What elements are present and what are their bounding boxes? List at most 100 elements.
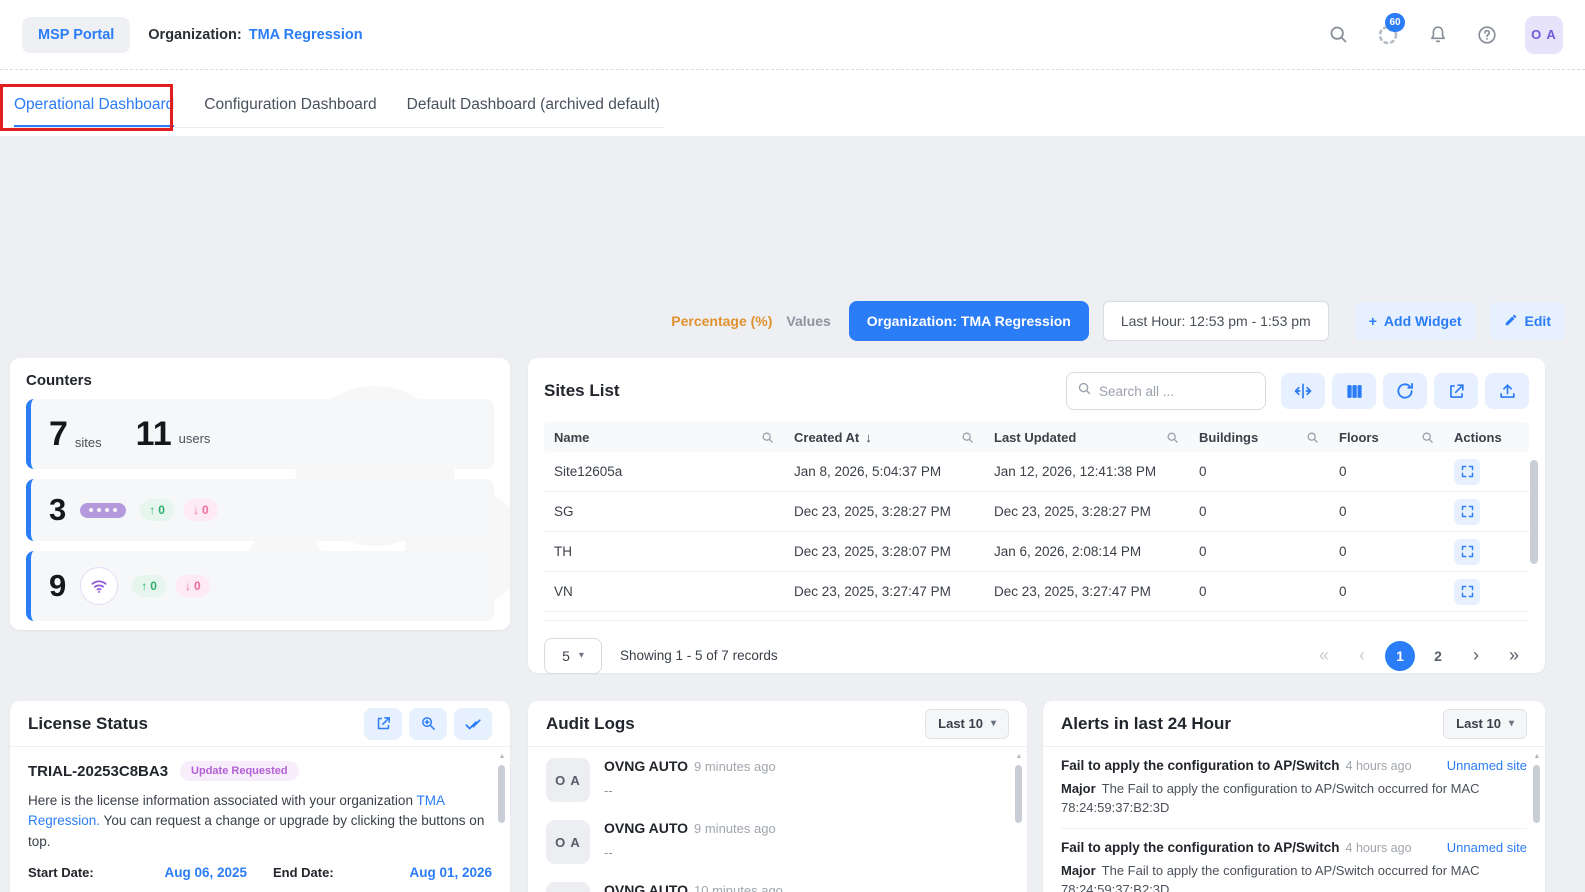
alert-time: 4 hours ago: [1346, 841, 1412, 855]
audit-filter-dropdown[interactable]: Last 10 ▾: [925, 709, 1009, 739]
alert-time: 4 hours ago: [1346, 759, 1412, 773]
dashboard-tabs-row: Operational Dashboard Configuration Dash…: [0, 70, 1585, 136]
tab-operational-dashboard[interactable]: Operational Dashboard: [14, 82, 174, 127]
organization-name-link[interactable]: TMA Regression: [249, 27, 363, 43]
toggle-values[interactable]: Values: [786, 313, 830, 329]
cell-created: Dec 23, 2025, 3:27:47 PM: [784, 572, 984, 611]
license-id: TRIAL-20253C8BA3: [28, 763, 168, 780]
search-icon: [1077, 381, 1092, 401]
license-preview-icon[interactable]: [409, 708, 447, 740]
scroll-up-icon[interactable]: ▲: [1014, 753, 1024, 760]
column-header-buildings[interactable]: Buildings: [1189, 422, 1329, 452]
down-trend-badge: ↓ 0: [176, 575, 210, 597]
license-export-icon[interactable]: [364, 708, 402, 740]
add-widget-button[interactable]: + Add Widget: [1355, 302, 1476, 340]
table-header-row: Name Created At ↓ Last Updated Buildings: [544, 422, 1529, 452]
start-date-label: Start Date:: [28, 865, 94, 880]
sites-search-box: [1066, 372, 1266, 410]
column-header-created-at[interactable]: Created At ↓: [784, 422, 984, 452]
help-icon[interactable]: [1476, 24, 1498, 46]
page-button-2[interactable]: 2: [1423, 641, 1453, 671]
column-search-icon[interactable]: [761, 431, 774, 444]
tasks-spinner-icon[interactable]: 60: [1376, 23, 1400, 47]
alert-site-link[interactable]: Unnamed site: [1447, 758, 1527, 773]
bell-icon[interactable]: [1427, 24, 1449, 46]
cell-updated: Jan 12, 2026, 12:41:38 PM: [984, 452, 1189, 491]
last-page-icon[interactable]: »: [1499, 641, 1529, 671]
counter-card-sites-users[interactable]: 7 sites 11 users: [26, 399, 494, 469]
alert-site-link[interactable]: Unnamed site: [1447, 840, 1527, 855]
expand-row-icon[interactable]: [1454, 539, 1480, 565]
scroll-up-icon[interactable]: ▲: [1532, 753, 1542, 760]
dashboard-toolbar: Percentage (%) Values Organization: TMA …: [671, 301, 1565, 341]
cell-name: Site12605a: [544, 452, 784, 491]
counter-card-aps[interactable]: 9 ↑ 0 ↓ 0: [26, 551, 494, 621]
alerts-filter-dropdown[interactable]: Last 10 ▾: [1443, 709, 1527, 739]
expand-row-icon[interactable]: [1454, 499, 1480, 525]
audit-entry: O A OVNG AUTO9 minutes ago --: [546, 811, 1009, 873]
down-trend-badge: ↓ 0: [184, 499, 218, 521]
up-trend-badge: ↑ 0: [132, 575, 166, 597]
wifi-icon: [80, 567, 118, 605]
refresh-icon[interactable]: [1383, 373, 1427, 409]
cell-updated: Dec 23, 2025, 3:28:27 PM: [984, 492, 1189, 531]
next-page-icon[interactable]: ›: [1461, 641, 1491, 671]
alert-title: Fail to apply the configuration to AP/Sw…: [1061, 758, 1340, 773]
edit-button[interactable]: Edit: [1490, 302, 1565, 340]
column-header-actions: Actions: [1444, 422, 1529, 452]
cell-updated: Jan 6, 2026, 2:08:14 PM: [984, 532, 1189, 571]
audit-user: OVNG AUTO: [604, 758, 688, 774]
audit-time: 9 minutes ago: [694, 821, 776, 836]
export-icon[interactable]: [1434, 373, 1478, 409]
aps-count: 9: [49, 568, 66, 604]
scroll-up-icon[interactable]: ▲: [497, 753, 507, 760]
tab-configuration-dashboard[interactable]: Configuration Dashboard: [204, 82, 376, 127]
expand-row-icon[interactable]: [1454, 459, 1480, 485]
column-label: Floors: [1339, 430, 1379, 445]
column-header-floors[interactable]: Floors: [1329, 422, 1444, 452]
column-header-name[interactable]: Name: [544, 422, 784, 452]
column-resize-icon[interactable]: [1281, 373, 1325, 409]
column-search-icon[interactable]: [1166, 431, 1179, 444]
scrollbar-thumb[interactable]: [1530, 460, 1538, 564]
license-approve-icon[interactable]: [454, 708, 492, 740]
column-search-icon[interactable]: [1306, 431, 1319, 444]
page-size-value: 5: [562, 648, 570, 664]
alert-item: Fail to apply the configuration to AP/Sw…: [1061, 747, 1527, 829]
scrollbar-thumb[interactable]: [1533, 765, 1540, 823]
alerts-scrollbar: ▲ ▼: [1532, 753, 1542, 892]
search-icon[interactable]: [1328, 24, 1349, 45]
sites-search-input[interactable]: [1099, 384, 1255, 399]
chevron-down-icon: ▾: [991, 718, 996, 729]
column-header-last-updated[interactable]: Last Updated: [984, 422, 1189, 452]
license-scrollbar: ▲ ▼: [497, 753, 507, 892]
column-search-icon[interactable]: [1421, 431, 1434, 444]
column-search-icon[interactable]: [961, 431, 974, 444]
cell-buildings: 0: [1189, 572, 1329, 611]
organization-filter-button[interactable]: Organization: TMA Regression: [849, 301, 1089, 341]
expand-row-icon[interactable]: [1454, 579, 1480, 605]
user-avatar[interactable]: O A: [1525, 16, 1563, 54]
scrollbar-thumb[interactable]: [498, 765, 505, 823]
counter-card-switches[interactable]: 3 ↑ 0 ↓ 0: [26, 479, 494, 541]
table-row: TH Dec 23, 2025, 3:28:07 PM Jan 6, 2026,…: [544, 532, 1529, 572]
toggle-percentage[interactable]: Percentage (%): [671, 313, 772, 329]
first-page-icon[interactable]: «: [1309, 641, 1339, 671]
columns-icon[interactable]: [1332, 373, 1376, 409]
sites-table: Name Created At ↓ Last Updated Buildings: [544, 422, 1529, 612]
msp-dashboard-page: MSP Portal Organization: TMA Regression …: [0, 0, 1585, 892]
prev-page-icon[interactable]: ‹: [1347, 641, 1377, 671]
time-range-button[interactable]: Last Hour: 12:53 pm - 1:53 pm: [1103, 301, 1329, 341]
scrollbar-thumb[interactable]: [1015, 765, 1022, 823]
tab-default-dashboard[interactable]: Default Dashboard (archived default): [407, 82, 660, 127]
msp-portal-button[interactable]: MSP Portal: [22, 17, 130, 53]
license-description-text: Here is the license information associat…: [28, 793, 416, 808]
page-size-select[interactable]: 5 ▾: [544, 638, 602, 674]
sites-list-widget: Sites List: [528, 358, 1545, 673]
avatar: O A: [546, 882, 590, 892]
sort-desc-icon[interactable]: ↓: [865, 430, 872, 445]
audit-logs-widget: Audit Logs Last 10 ▾ O A OVNG AUTO9 minu…: [528, 701, 1027, 892]
page-button-1[interactable]: 1: [1385, 641, 1415, 671]
upload-icon[interactable]: [1485, 373, 1529, 409]
switches-count: 3: [49, 492, 66, 528]
